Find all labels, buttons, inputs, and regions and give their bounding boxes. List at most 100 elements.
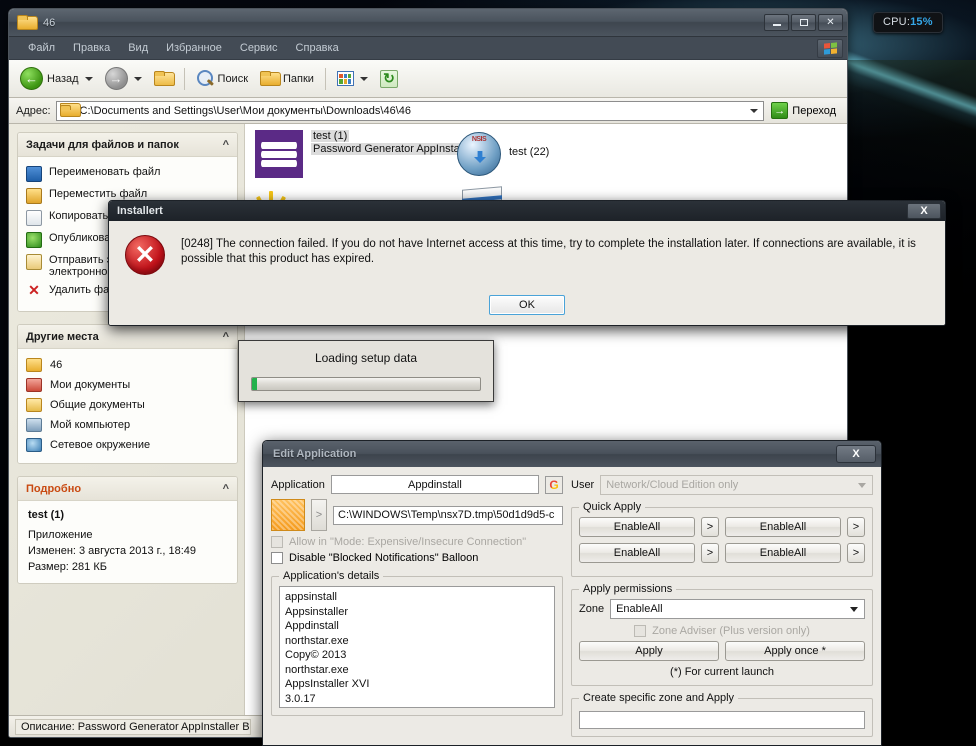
- file-name: test (22): [509, 146, 550, 158]
- application-details-group: Application's details appsinstall Appsin…: [271, 570, 563, 716]
- progress-bar: [251, 377, 481, 391]
- edit-application-titlebar: Edit Application X: [263, 441, 881, 467]
- apply-button[interactable]: Apply: [579, 641, 719, 661]
- menu-tools[interactable]: Сервис: [231, 42, 287, 54]
- window-controls: ✕: [764, 14, 843, 31]
- places-panel-header[interactable]: Другие места ^: [18, 325, 237, 349]
- back-button[interactable]: ← Назад: [15, 64, 98, 93]
- back-arrow-icon: ←: [20, 67, 43, 90]
- network-icon: [26, 438, 42, 452]
- address-dropdown-caret-icon[interactable]: [746, 104, 760, 118]
- checkbox-box[interactable]: [271, 552, 283, 564]
- folders-icon: [260, 71, 282, 86]
- application-details-listbox[interactable]: appsinstall Appsinstaller Appdinstall no…: [279, 586, 555, 708]
- create-zone-group: Create specific zone and Apply: [571, 692, 873, 737]
- views-button[interactable]: [332, 68, 373, 89]
- tasks-panel-header[interactable]: Задачи для файлов и папок ^: [18, 133, 237, 157]
- quick-apply-more-button-3[interactable]: >: [701, 543, 719, 563]
- menu-view[interactable]: Вид: [119, 42, 157, 54]
- collapse-chevron-icon[interactable]: ^: [223, 483, 229, 495]
- edit-application-close-button[interactable]: X: [836, 445, 876, 463]
- forward-arrow-icon: →: [104, 67, 128, 90]
- edit-application-dialog: Edit Application X Application Appdinsta…: [262, 440, 882, 746]
- stacked-layers-icon: [255, 130, 303, 178]
- place-46[interactable]: 46: [24, 355, 233, 375]
- user-value: Network/Cloud Edition only: [606, 479, 739, 491]
- place-my-computer[interactable]: Мой компьютер: [24, 415, 233, 435]
- explorer-titlebar: 46 ✕: [9, 9, 847, 37]
- place-shared-documents[interactable]: Общие документы: [24, 395, 233, 415]
- ok-button[interactable]: OK: [489, 295, 565, 315]
- chevron-down-icon[interactable]: [846, 601, 862, 617]
- place-network[interactable]: Сетевое окружение: [24, 435, 233, 455]
- place-label: Мой компьютер: [50, 419, 131, 431]
- place-label: 46: [50, 359, 63, 371]
- zone-value: EnableAll: [616, 603, 663, 615]
- place-my-documents[interactable]: Мои документы: [24, 375, 233, 395]
- file-item-test22[interactable]: test (22): [457, 132, 549, 176]
- go-button[interactable]: → Переход: [769, 101, 842, 120]
- details-panel-title: Подробно: [26, 482, 82, 495]
- quick-apply-more-button-1[interactable]: >: [701, 517, 719, 537]
- menu-help[interactable]: Справка: [287, 42, 348, 54]
- folders-button[interactable]: Папки: [255, 68, 319, 89]
- quick-apply-button-1[interactable]: EnableAll: [579, 517, 695, 537]
- quick-apply-button-2[interactable]: EnableAll: [725, 517, 841, 537]
- details-panel: Подробно ^ test (1) Приложение Изменен: …: [17, 476, 238, 584]
- back-label: Назад: [47, 72, 79, 85]
- chevron-down-icon: [854, 477, 870, 493]
- zone-select[interactable]: EnableAll: [610, 599, 865, 619]
- quick-apply-more-button-4[interactable]: >: [847, 543, 865, 563]
- quick-apply-button-3[interactable]: EnableAll: [579, 543, 695, 563]
- details-panel-header[interactable]: Подробно ^: [18, 477, 237, 501]
- search-button[interactable]: Поиск: [191, 67, 253, 91]
- expand-path-button[interactable]: >: [311, 499, 327, 531]
- loading-setup-dialog: Loading setup data: [238, 340, 494, 402]
- installert-close-button[interactable]: X: [907, 203, 941, 219]
- quick-apply-button-4[interactable]: EnableAll: [725, 543, 841, 563]
- file-subtitle: Password Generator AppInsta...: [311, 143, 471, 155]
- apply-once-button[interactable]: Apply once *: [725, 641, 865, 661]
- create-zone-field[interactable]: [579, 711, 865, 729]
- folders-label: Папки: [283, 72, 314, 85]
- menu-file[interactable]: Файл: [19, 42, 64, 54]
- forward-button[interactable]: →: [100, 64, 147, 93]
- forward-dropdown-caret-icon[interactable]: [133, 76, 142, 81]
- user-label: User: [571, 479, 595, 491]
- toolbar-separator-2: [324, 67, 326, 90]
- detail-line: Copy© 2013: [285, 649, 347, 661]
- cpu-gadget-label: CPU:: [883, 16, 911, 28]
- views-dropdown-caret-icon[interactable]: [359, 76, 368, 81]
- file-item-test1[interactable]: test (1) Password Generator AppInsta...: [255, 130, 471, 178]
- folder-icon: [17, 15, 38, 30]
- task-label: Переименовать файл: [49, 166, 161, 178]
- checkbox-label: Disable "Blocked Notifications" Balloon: [289, 552, 479, 564]
- application-name-field[interactable]: Appdinstall: [330, 475, 539, 494]
- checkbox-disable-blocked-notifications[interactable]: Disable "Blocked Notifications" Balloon: [271, 552, 563, 564]
- minimize-button[interactable]: [764, 14, 789, 31]
- user-row: User Network/Cloud Edition only: [571, 475, 873, 495]
- checkbox-label: Allow in "Mode: Expensive/Insecure Conne…: [289, 536, 527, 548]
- close-button[interactable]: ✕: [818, 14, 843, 31]
- toolbar-separator: [183, 67, 185, 90]
- explorer-menubar: Файл Правка Вид Избранное Сервис Справка: [9, 37, 847, 60]
- zone-label: Zone: [579, 603, 605, 615]
- edit-application-right-column: User Network/Cloud Edition only Quick Ap…: [571, 475, 873, 737]
- back-dropdown-caret-icon[interactable]: [84, 76, 93, 81]
- google-search-icon[interactable]: G: [545, 475, 563, 494]
- refresh-button[interactable]: [375, 67, 403, 91]
- task-rename-file[interactable]: Переименовать файл: [24, 163, 233, 185]
- maximize-button[interactable]: [791, 14, 816, 31]
- application-path-field[interactable]: C:\WINDOWS\Temp\nsx7D.tmp\50d1d9d5-c: [333, 505, 563, 525]
- details-panel-body: test (1) Приложение Изменен: 3 августа 2…: [18, 501, 237, 583]
- details-size: Размер: 281 КБ: [28, 561, 107, 573]
- collapse-chevron-icon[interactable]: ^: [223, 331, 229, 343]
- places-panel: Другие места ^ 46 Мои документы Общие до…: [17, 324, 238, 464]
- up-button[interactable]: [149, 68, 178, 89]
- menu-favorites[interactable]: Избранное: [157, 42, 231, 54]
- address-input[interactable]: C:\Documents and Settings\User\Мои докум…: [55, 100, 765, 121]
- quick-apply-more-button-2[interactable]: >: [847, 517, 865, 537]
- go-arrow-icon: →: [771, 102, 789, 119]
- menu-edit[interactable]: Правка: [64, 42, 119, 54]
- collapse-chevron-icon[interactable]: ^: [223, 139, 229, 151]
